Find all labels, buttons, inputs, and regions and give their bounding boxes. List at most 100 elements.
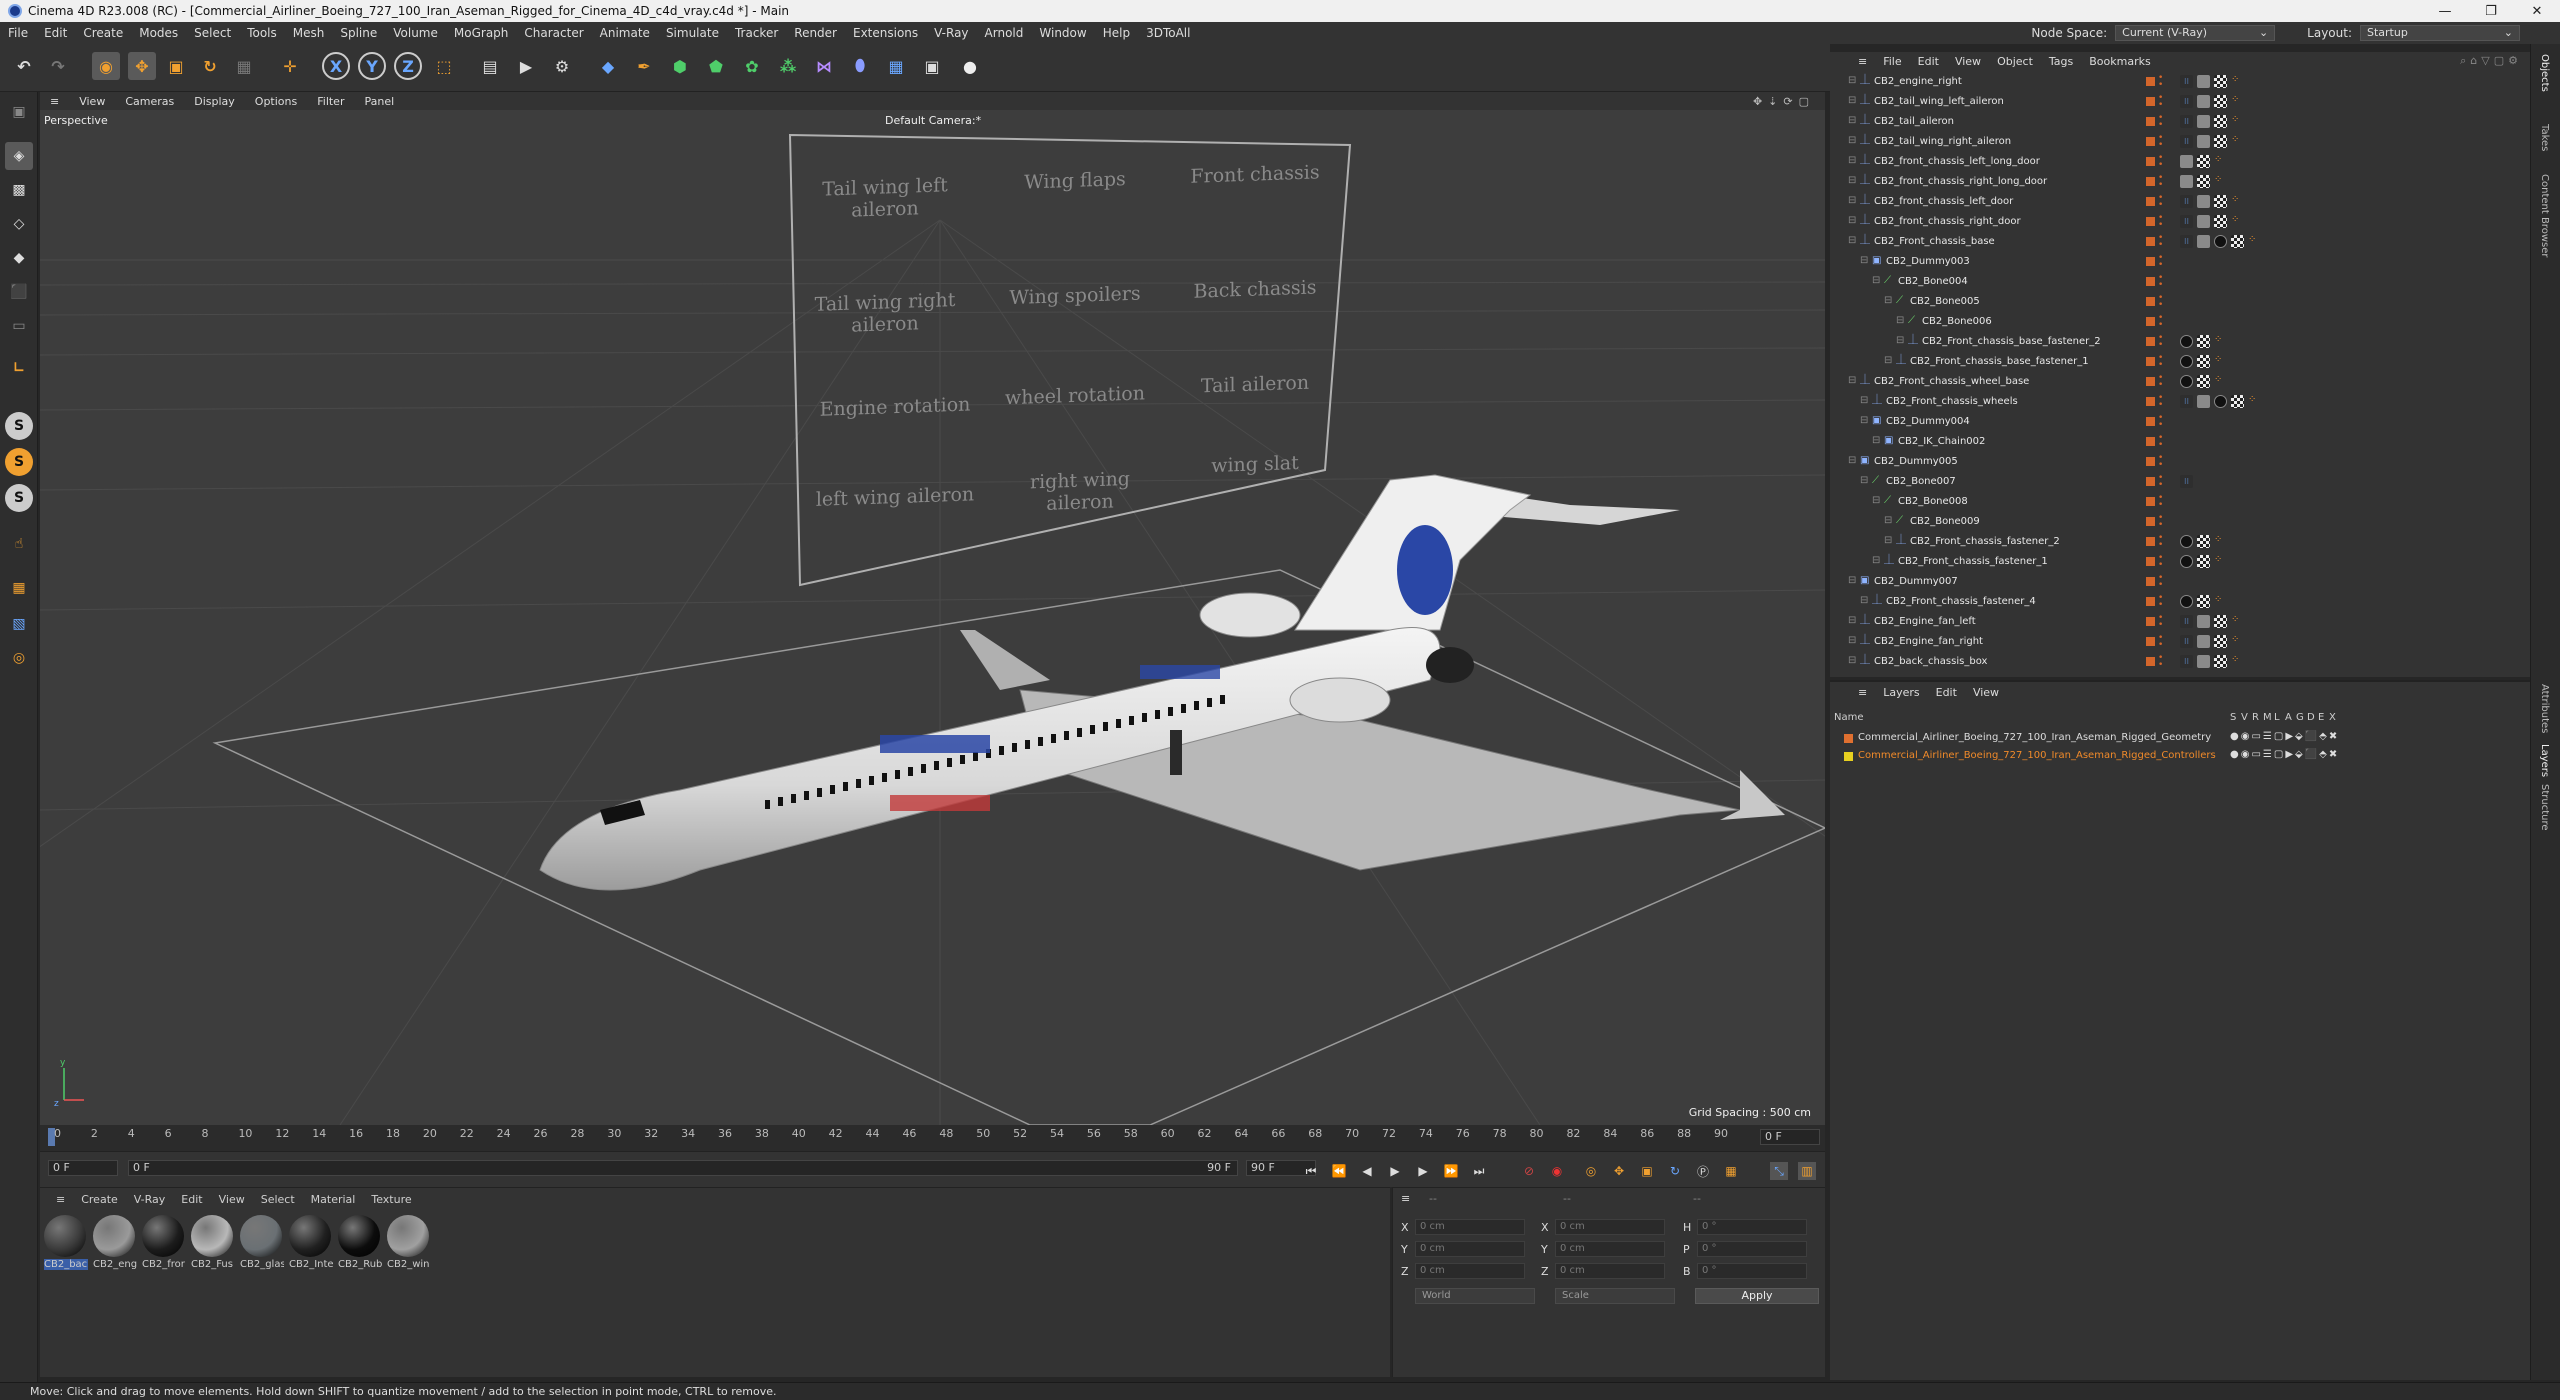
visibility-dots-icon[interactable]: • • bbox=[2158, 374, 2163, 390]
layer-color-swatch[interactable] bbox=[2146, 637, 2155, 646]
uvw-tag-icon[interactable] bbox=[2197, 335, 2210, 348]
viewport-menu-cameras[interactable]: Cameras bbox=[115, 95, 184, 108]
object-row[interactable]: ⊟ ▣ CB2_Dummy004 • • bbox=[1830, 412, 2530, 432]
layer-color-swatch[interactable] bbox=[2146, 157, 2155, 166]
z-axis-icon[interactable]: Z bbox=[394, 52, 422, 80]
tree-expand-icon[interactable]: ⊟ bbox=[1896, 316, 1906, 326]
tree-expand-icon[interactable]: ⊟ bbox=[1848, 96, 1858, 106]
object-name[interactable]: CB2_Bone009 bbox=[1910, 516, 1980, 527]
camera-icon[interactable]: ▣ bbox=[918, 52, 946, 80]
layer-color-swatch[interactable] bbox=[2146, 557, 2155, 566]
object-row[interactable]: ⊟ ⏊ CB2_front_chassis_right_long_door • • ⁘ bbox=[1830, 172, 2530, 192]
visibility-dots-icon[interactable]: • • bbox=[2158, 394, 2163, 410]
tree-expand-icon[interactable]: ⊟ bbox=[1848, 456, 1858, 466]
object-name[interactable]: CB2_Front_chassis_fastener_2 bbox=[1910, 536, 2060, 547]
ctrl-label[interactable]: Tail aileron bbox=[1180, 371, 1330, 398]
motion-icon[interactable]: ⤡ bbox=[1770, 1162, 1788, 1180]
material-menu-vray[interactable]: V-Ray bbox=[126, 1193, 174, 1206]
material-menu-view[interactable]: View bbox=[211, 1193, 253, 1206]
layer-menu-layers[interactable]: Layers bbox=[1875, 686, 1927, 699]
object-row[interactable]: ⊟ ⏊ CB2_Front_chassis_base • • ⁝⁝ ⁘ bbox=[1830, 232, 2530, 252]
visibility-dots-icon[interactable]: • • bbox=[2158, 74, 2163, 90]
go-to-end-icon[interactable]: ⏭ bbox=[1470, 1162, 1488, 1180]
layer-color-swatch[interactable] bbox=[1844, 734, 1853, 743]
selection-tag-icon[interactable]: ⁘ bbox=[2214, 335, 2222, 348]
object-row[interactable]: ⊟ ▣ CB2_IK_Chain002 • • bbox=[1830, 432, 2530, 452]
menu-3dtoall[interactable]: 3DToAll bbox=[1138, 26, 1198, 40]
node-space-dropdown[interactable]: Current (V-Ray) ⌄ bbox=[2115, 25, 2276, 41]
object-name[interactable]: CB2_back_chassis_box bbox=[1874, 656, 1987, 667]
pos-y-field[interactable]: 0 cm bbox=[1415, 1241, 1525, 1257]
object-row[interactable]: ⊟ ⟋ CB2_Bone005 • • bbox=[1830, 292, 2530, 312]
minimize-button[interactable]: — bbox=[2422, 4, 2468, 19]
texture-tag-icon[interactable] bbox=[2197, 195, 2210, 208]
current-frame-field[interactable]: 0 F bbox=[1760, 1129, 1820, 1145]
tree-expand-icon[interactable]: ⊟ bbox=[1860, 396, 1870, 406]
move-tool-icon[interactable]: ✥ bbox=[128, 52, 156, 80]
object-name[interactable]: CB2_tail_aileron bbox=[1874, 116, 1954, 127]
rotate-tool-icon[interactable]: ↻ bbox=[196, 52, 224, 80]
subdivision-icon[interactable]: ⬢ bbox=[666, 52, 694, 80]
visibility-dots-icon[interactable]: • • bbox=[2158, 234, 2163, 250]
tree-expand-icon[interactable]: ⊟ bbox=[1872, 276, 1882, 286]
uvw-tag-icon[interactable] bbox=[2214, 655, 2227, 668]
ctrl-label[interactable]: Wing flaps bbox=[1000, 167, 1150, 194]
object-row[interactable]: ⊟ ⏊ CB2_front_chassis_right_door • • ⁝⁝ ⁘ bbox=[1830, 212, 2530, 232]
object-menu-view[interactable]: View bbox=[1947, 55, 1989, 68]
object-row[interactable]: ⊟ ⟋ CB2_Bone006 • • bbox=[1830, 312, 2530, 332]
layer-color-swatch[interactable] bbox=[2146, 577, 2155, 586]
tree-expand-icon[interactable]: ⊟ bbox=[1848, 116, 1858, 126]
render-view-icon[interactable]: ▶ bbox=[512, 52, 540, 80]
uvw-tag-icon[interactable] bbox=[2214, 75, 2227, 88]
tab-attributes[interactable]: Attributes bbox=[2539, 684, 2550, 733]
visibility-dots-icon[interactable]: • • bbox=[2158, 274, 2163, 290]
floor-icon[interactable]: ▦ bbox=[882, 52, 910, 80]
layer-menu-view[interactable]: View bbox=[1965, 686, 2007, 699]
layer-column-header[interactable]: S bbox=[2230, 712, 2236, 723]
start-frame-field[interactable]: 0 F bbox=[48, 1160, 118, 1176]
layer-color-swatch[interactable] bbox=[2146, 177, 2155, 186]
object-name[interactable]: CB2_Engine_fan_left bbox=[1874, 616, 1976, 627]
tree-expand-icon[interactable]: ⊟ bbox=[1848, 216, 1858, 226]
make-editable-icon[interactable]: ▣ bbox=[5, 98, 33, 126]
visibility-dots-icon[interactable]: • • bbox=[2158, 514, 2163, 530]
array-icon[interactable]: ⁂ bbox=[774, 52, 802, 80]
object-row[interactable]: ⊟ ▣ CB2_Dummy003 • • bbox=[1830, 252, 2530, 272]
layer-color-swatch[interactable] bbox=[2146, 77, 2155, 86]
rot-b-field[interactable]: 0 ° bbox=[1697, 1263, 1807, 1279]
object-row[interactable]: ⊟ ⏊ CB2_Front_chassis_wheels • • ⁝⁝ ⁘ bbox=[1830, 392, 2530, 412]
material-thumbnail[interactable]: CB2_fror bbox=[142, 1215, 186, 1270]
key-parameter-icon[interactable]: Ⓟ bbox=[1694, 1162, 1712, 1180]
ctrl-label[interactable]: left wing aileron bbox=[810, 483, 980, 511]
render-settings-icon[interactable]: ⚙ bbox=[548, 52, 576, 80]
vray-tag-icon[interactable]: ⁝⁝ bbox=[2180, 75, 2193, 88]
selection-tag-icon[interactable]: ⁘ bbox=[2214, 535, 2222, 548]
airplane-engine-right[interactable] bbox=[1289, 677, 1391, 723]
object-row[interactable]: ⊟ ⏊ CB2_Engine_fan_right • • ⁝⁝ ⁘ bbox=[1830, 632, 2530, 652]
light-icon[interactable]: ● bbox=[956, 52, 984, 80]
quantize-icon[interactable]: S bbox=[5, 484, 33, 512]
object-menu-file[interactable]: File bbox=[1875, 55, 1909, 68]
hamburger-icon[interactable]: ≡ bbox=[40, 95, 69, 108]
tree-expand-icon[interactable]: ⊟ bbox=[1884, 516, 1894, 526]
edge-mode-icon[interactable]: ◆ bbox=[5, 244, 33, 272]
tree-expand-icon[interactable]: ⊟ bbox=[1848, 616, 1858, 626]
vray-tag-icon[interactable]: ⁝⁝ bbox=[2180, 655, 2193, 668]
object-name[interactable]: CB2_front_chassis_right_door bbox=[1874, 216, 2021, 227]
visibility-dots-icon[interactable]: • • bbox=[2158, 134, 2163, 150]
uvw-tag-icon[interactable] bbox=[2197, 355, 2210, 368]
visibility-dots-icon[interactable]: • • bbox=[2158, 534, 2163, 550]
selection-tag-icon[interactable]: ⁘ bbox=[2231, 635, 2239, 648]
menu-simulate[interactable]: Simulate bbox=[658, 26, 727, 40]
visibility-dots-icon[interactable]: • • bbox=[2158, 574, 2163, 590]
layer-color-swatch[interactable] bbox=[2146, 517, 2155, 526]
layer-row[interactable]: Commercial_Airliner_Boeing_727_100_Iran_… bbox=[1830, 748, 2530, 766]
material-thumbnail[interactable]: CB2_Inte bbox=[289, 1215, 333, 1270]
object-menu-edit[interactable]: Edit bbox=[1910, 55, 1947, 68]
layer-color-swatch[interactable] bbox=[2146, 497, 2155, 506]
object-row[interactable]: ⊟ ▣ CB2_Dummy007 • • bbox=[1830, 572, 2530, 592]
ctrl-label[interactable]: Tail wing right aileron bbox=[810, 289, 960, 338]
layer-color-swatch[interactable] bbox=[2146, 617, 2155, 626]
object-name[interactable]: CB2_Front_chassis_base bbox=[1874, 236, 1995, 247]
restore-button[interactable]: ❐ bbox=[2468, 4, 2514, 19]
